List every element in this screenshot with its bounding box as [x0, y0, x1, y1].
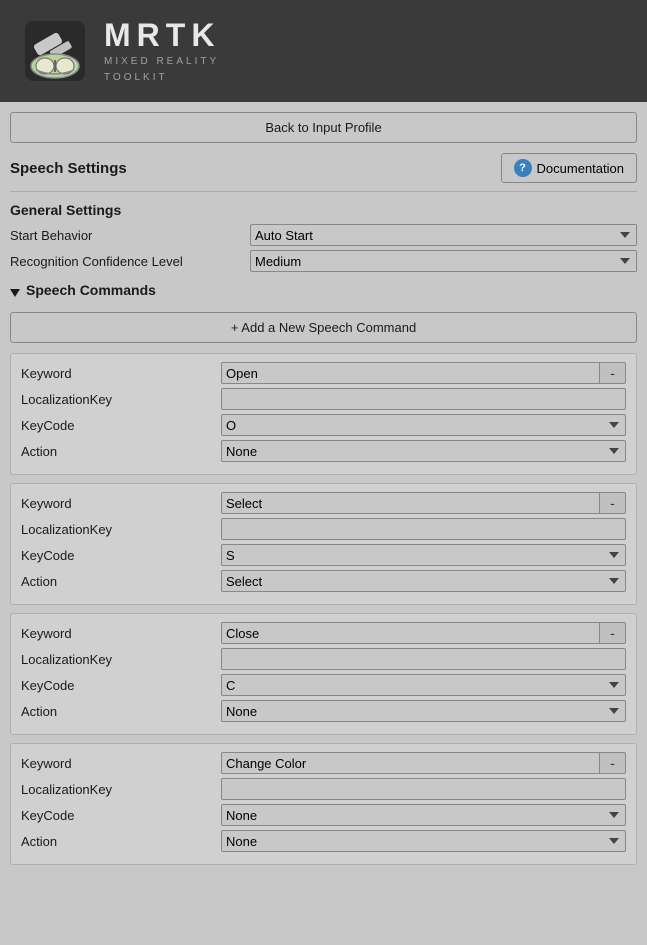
keyword-input-group-1: - — [221, 492, 626, 514]
action-label-2: Action — [21, 704, 221, 719]
command-card-2: Keyword - LocalizationKey KeyCode C Acti… — [10, 613, 637, 735]
collapse-triangle-icon — [10, 289, 20, 297]
keycode-select-2[interactable]: C — [221, 674, 626, 696]
recognition-confidence-row: Recognition Confidence Level Low Medium … — [10, 250, 637, 272]
keycode-label-2: KeyCode — [21, 678, 221, 693]
keyword-input-group-2: - — [221, 622, 626, 644]
recognition-confidence-select[interactable]: Low Medium High — [250, 250, 637, 272]
keyword-row-1: Keyword - — [21, 492, 626, 514]
keyword-row-3: Keyword - — [21, 752, 626, 774]
logo-title: MRTK — [104, 17, 220, 54]
action-label-1: Action — [21, 574, 221, 589]
localization-label-3: LocalizationKey — [21, 782, 221, 797]
speech-commands-section: Speech Commands + Add a New Speech Comma… — [10, 282, 637, 865]
remove-button-1[interactable]: - — [600, 492, 626, 514]
keyword-input-3[interactable] — [221, 752, 600, 774]
keycode-select-1[interactable]: S — [221, 544, 626, 566]
action-row-3: Action None — [21, 830, 626, 852]
keyword-input-2[interactable] — [221, 622, 600, 644]
action-label-3: Action — [21, 834, 221, 849]
remove-button-3[interactable]: - — [600, 752, 626, 774]
keycode-row-2: KeyCode C — [21, 674, 626, 696]
action-label-0: Action — [21, 444, 221, 459]
back-to-input-profile-button[interactable]: Back to Input Profile — [10, 112, 637, 143]
keyword-row-2: Keyword - — [21, 622, 626, 644]
general-settings-title: General Settings — [10, 202, 637, 218]
start-behavior-label: Start Behavior — [10, 228, 250, 243]
logo-text: MRTK MIXED REALITY TOOLKIT — [104, 17, 220, 86]
keyword-label-0: Keyword — [21, 366, 221, 381]
keyword-input-1[interactable] — [221, 492, 600, 514]
keyword-input-0[interactable] — [221, 362, 600, 384]
documentation-button-label: Documentation — [537, 161, 624, 176]
logo-subtitle-line1: MIXED REALITY — [104, 54, 220, 70]
keycode-label-0: KeyCode — [21, 418, 221, 433]
speech-settings-header-row: Speech Settings ? Documentation — [10, 153, 637, 183]
keycode-row-1: KeyCode S — [21, 544, 626, 566]
command-card-0: Keyword - LocalizationKey KeyCode O Acti… — [10, 353, 637, 475]
localization-input-1[interactable] — [221, 518, 626, 540]
keyword-input-group-3: - — [221, 752, 626, 774]
keyword-input-group-0: - — [221, 362, 626, 384]
recognition-confidence-label: Recognition Confidence Level — [10, 254, 250, 269]
keycode-row-0: KeyCode O — [21, 414, 626, 436]
keyword-label-3: Keyword — [21, 756, 221, 771]
start-behavior-row: Start Behavior Auto Start Manual Start — [10, 224, 637, 246]
localization-row-0: LocalizationKey — [21, 388, 626, 410]
start-behavior-select[interactable]: Auto Start Manual Start — [250, 224, 637, 246]
localization-label-2: LocalizationKey — [21, 652, 221, 667]
documentation-icon: ? — [514, 159, 532, 177]
action-select-0[interactable]: None — [221, 440, 626, 462]
documentation-icon-label: ? — [519, 162, 526, 174]
logo-subtitle-line2: TOOLKIT — [104, 70, 220, 86]
localization-input-0[interactable] — [221, 388, 626, 410]
speech-commands-title: Speech Commands — [26, 282, 156, 298]
action-row-2: Action None — [21, 700, 626, 722]
keycode-row-3: KeyCode None — [21, 804, 626, 826]
action-select-2[interactable]: None — [221, 700, 626, 722]
section-divider — [10, 191, 637, 192]
main-content: Back to Input Profile Speech Settings ? … — [0, 102, 647, 883]
localization-input-3[interactable] — [221, 778, 626, 800]
action-select-3[interactable]: None — [221, 830, 626, 852]
action-row-1: Action Select None — [21, 570, 626, 592]
keyword-label-2: Keyword — [21, 626, 221, 641]
keyword-label-1: Keyword — [21, 496, 221, 511]
localization-row-1: LocalizationKey — [21, 518, 626, 540]
speech-commands-header: Speech Commands — [10, 282, 637, 304]
keycode-select-3[interactable]: None — [221, 804, 626, 826]
command-card-1: Keyword - LocalizationKey KeyCode S Acti… — [10, 483, 637, 605]
localization-row-3: LocalizationKey — [21, 778, 626, 800]
speech-settings-title: Speech Settings — [10, 160, 127, 177]
logo-area: MRTK MIXED REALITY TOOLKIT — [20, 16, 220, 86]
remove-button-0[interactable]: - — [600, 362, 626, 384]
keycode-label-1: KeyCode — [21, 548, 221, 563]
action-row-0: Action None — [21, 440, 626, 462]
action-select-1[interactable]: Select None — [221, 570, 626, 592]
localization-input-2[interactable] — [221, 648, 626, 670]
mrtk-logo-icon — [20, 16, 90, 86]
remove-button-2[interactable]: - — [600, 622, 626, 644]
add-speech-command-button[interactable]: + Add a New Speech Command — [10, 312, 637, 343]
localization-row-2: LocalizationKey — [21, 648, 626, 670]
command-card-3: Keyword - LocalizationKey KeyCode None A… — [10, 743, 637, 865]
keycode-select-0[interactable]: O — [221, 414, 626, 436]
keycode-label-3: KeyCode — [21, 808, 221, 823]
localization-label-1: LocalizationKey — [21, 522, 221, 537]
general-settings-section: General Settings Start Behavior Auto Sta… — [10, 202, 637, 272]
documentation-button[interactable]: ? Documentation — [501, 153, 637, 183]
keyword-row-0: Keyword - — [21, 362, 626, 384]
localization-label-0: LocalizationKey — [21, 392, 221, 407]
header: MRTK MIXED REALITY TOOLKIT — [0, 0, 647, 102]
